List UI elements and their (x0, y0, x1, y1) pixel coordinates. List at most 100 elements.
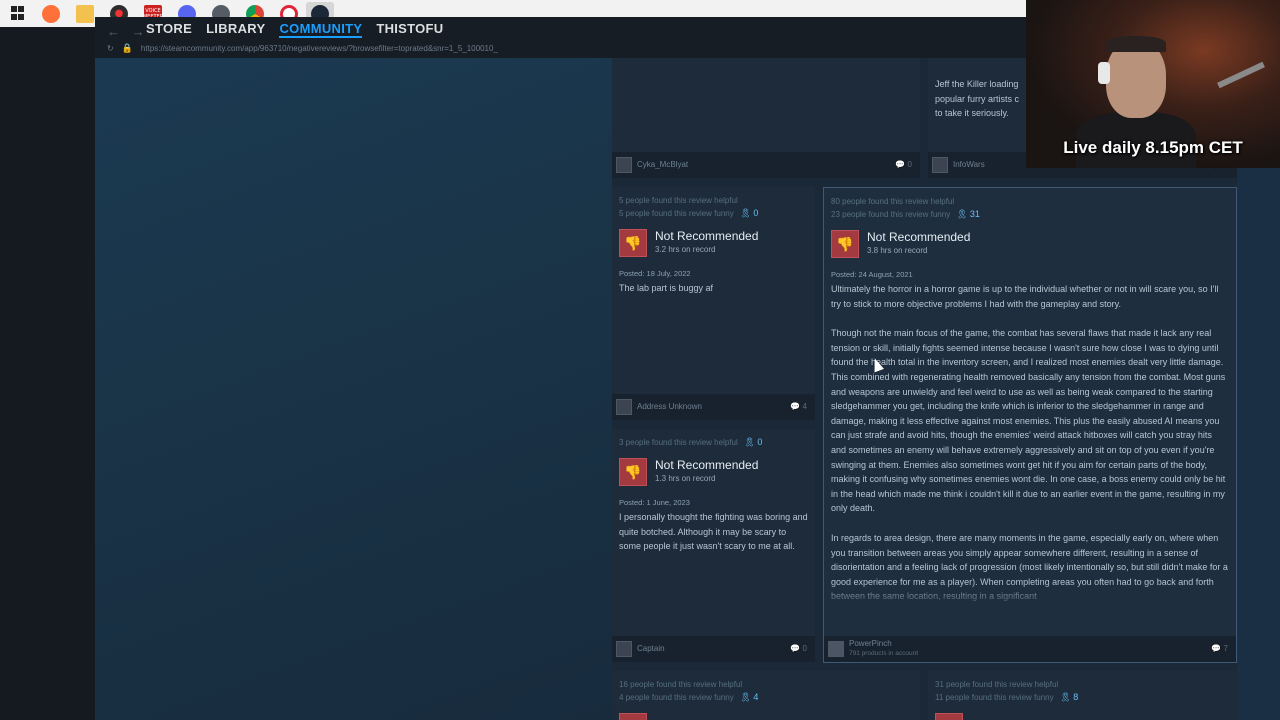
nav-profile[interactable]: THISTOFU (376, 21, 443, 38)
review-funny-count: 5 people found this review funny 🎗 0 (619, 208, 759, 218)
review-card-bottom-left[interactable]: 16 people found this review helpful 4 pe… (612, 671, 920, 720)
nav-arrows: ← → (107, 24, 145, 39)
comment-icon: 💬 (790, 402, 801, 411)
headset-icon (1098, 62, 1110, 84)
review-card[interactable]: 3 people found this review helpful 🎗 0 👎 … (612, 429, 815, 662)
thumbs-down-icon: 👎 (619, 713, 647, 720)
award-icon: 🎗 (739, 208, 752, 218)
hours-on-record: 1.3 hrs on record (655, 474, 716, 483)
desktop-background (0, 27, 95, 720)
thumbs-down-icon: 👎 (935, 713, 963, 720)
review-helpful-count: 80 people found this review helpful (831, 197, 955, 206)
comment-icon: 💬 (790, 644, 801, 653)
review-footer: PowerPinch 791 products in account 💬 7 (824, 636, 1236, 662)
windows-start-icon[interactable] (8, 5, 26, 23)
award-icon: 🎗 (1059, 692, 1072, 702)
thumbs-down-icon: 👎 (619, 458, 647, 486)
comment-icon: 💬 (1211, 644, 1222, 653)
posted-date: Posted: 1 June, 2023 (619, 498, 690, 507)
comment-count[interactable]: 💬 0 (895, 160, 912, 169)
review-footer: Cyka_McBlyat 💬 0 (612, 152, 920, 178)
stream-schedule-text: Live daily 8.15pm CET (1063, 138, 1243, 157)
lock-icon: 🔒 (121, 43, 133, 53)
nav-library[interactable]: LIBRARY (206, 21, 265, 38)
award-icon: 🎗 (739, 692, 752, 702)
hours-on-record: 3.2 hrs on record (655, 245, 716, 254)
author-name[interactable]: Cyka_McBlyat (637, 160, 688, 170)
review-text: I personally thought the fighting was bo… (619, 512, 808, 552)
award-count: 31 (969, 209, 980, 219)
avatar[interactable] (616, 157, 632, 173)
review-paragraph: In regards to area design, there are man… (831, 532, 1228, 602)
thumbs-down-icon: 👎 (619, 229, 647, 257)
author-name[interactable]: InfoWars (953, 160, 985, 170)
award-icon: 🎗 (743, 437, 756, 447)
award-count: 8 (1073, 692, 1079, 702)
review-footer: Captain 💬 0 (612, 636, 815, 662)
review-funny-count: 11 people found this review funny 🎗 8 (935, 692, 1079, 702)
review-verdict: 👎 Not Recommended 3.8 hrs on record (831, 230, 1229, 258)
refresh-icon[interactable]: ↻ (107, 44, 114, 53)
verdict-title: Not Recommended (655, 458, 759, 472)
streamer-hair (1106, 36, 1166, 52)
review-funny-count: 23 people found this review funny 🎗 31 (831, 209, 980, 219)
firefox-icon[interactable] (42, 4, 60, 23)
comment-count-value: 0 (907, 160, 912, 169)
back-arrow-icon[interactable]: ← (107, 24, 120, 39)
comment-count[interactable]: 💬 0 (790, 644, 807, 653)
review-card-highlighted[interactable]: 80 people found this review helpful 23 p… (823, 187, 1237, 663)
comment-count[interactable]: 💬 7 (1211, 644, 1228, 653)
review-verdict: 👎 Not Recommended 1.3 hrs on record (619, 458, 808, 486)
review-snippet: Jeff the Killer loading popular furry ar… (935, 79, 1020, 118)
review-verdict: 👎 Not Recommended 3.2 hrs on record (619, 229, 808, 257)
avatar[interactable] (828, 641, 844, 657)
verdict-title: Not Recommended (655, 229, 759, 243)
review-funny-count: 4 people found this review funny 🎗 4 (619, 692, 759, 702)
page-background-art (95, 58, 612, 720)
review-helpful-count: 3 people found this review helpful 🎗 0 (619, 437, 763, 447)
forward-arrow-icon[interactable]: → (132, 24, 145, 39)
file-explorer-icon[interactable] (76, 4, 94, 23)
nav-community[interactable]: COMMUNITY (279, 21, 363, 38)
author-products: 791 products in account (849, 650, 919, 657)
url-text[interactable]: https://steamcommunity.com/app/963710/ne… (141, 44, 498, 53)
steam-navbar: ← → STORE LIBRARY COMMUNITY THISTOFU ↻ 🔒… (95, 17, 1026, 58)
posted-date: Posted: 18 July, 2022 (619, 269, 691, 278)
comment-icon: 💬 (895, 160, 906, 169)
review-text: The lab part is buggy af (619, 283, 714, 293)
award-count: 0 (753, 208, 759, 218)
review-card-top-left: Cyka_McBlyat 💬 0 (612, 58, 920, 178)
award-count: 4 (753, 692, 759, 702)
webcam-overlay: Live daily 8.15pm CET (1026, 0, 1280, 168)
comment-count-value: 0 (802, 644, 807, 653)
nav-store[interactable]: STORE (146, 21, 192, 38)
thumbs-down-icon: 👎 (831, 230, 859, 258)
comment-count-value: 4 (802, 402, 807, 411)
review-paragraph: Ultimately the horror in a horror game i… (831, 284, 1219, 309)
review-text-container: Ultimately the horror in a horror game i… (831, 279, 1229, 609)
review-card-bottom-right[interactable]: 31 people found this review helpful 11 p… (928, 671, 1237, 720)
avatar[interactable] (932, 157, 948, 173)
verdict-title: Not Recommended (867, 230, 971, 244)
review-footer: Address Unknown 💬 4 (612, 394, 815, 420)
hours-on-record: 3.8 hrs on record (867, 246, 928, 255)
comment-count[interactable]: 💬 4 (790, 402, 807, 411)
author-name[interactable]: Address Unknown (637, 402, 702, 412)
posted-date: Posted: 24 August, 2021 (831, 270, 913, 279)
url-bar: ↻ 🔒 https://steamcommunity.com/app/96371… (107, 43, 498, 54)
review-helpful-count: 31 people found this review helpful (935, 680, 1059, 689)
avatar[interactable] (616, 641, 632, 657)
review-paragraph: Though not the main focus of the game, t… (831, 328, 1226, 514)
author-name[interactable]: Captain (637, 644, 665, 654)
author-name: PowerPinch (849, 639, 892, 648)
review-card[interactable]: 5 people found this review helpful 5 peo… (612, 187, 815, 420)
review-helpful-count: 16 people found this review helpful (619, 680, 743, 689)
avatar[interactable] (616, 399, 632, 415)
award-icon: 🎗 (956, 209, 968, 219)
comment-count-value: 7 (1223, 644, 1228, 653)
author-block[interactable]: PowerPinch 791 products in account (849, 639, 918, 659)
nav-links: STORE LIBRARY COMMUNITY THISTOFU (146, 21, 444, 38)
review-helpful-count: 5 people found this review helpful (619, 196, 738, 205)
award-count: 0 (757, 437, 763, 447)
microphone-arm (1217, 61, 1265, 89)
